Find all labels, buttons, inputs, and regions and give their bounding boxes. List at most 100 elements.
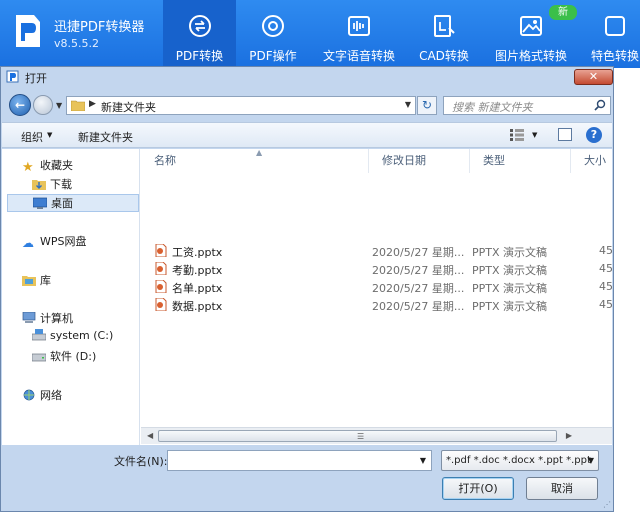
file-name: 工资.pptx [172,246,223,259]
tool-label: 图片格式转换 [494,49,567,63]
pptx-file-icon [155,244,167,257]
chevron-down-icon[interactable]: ▼ [420,456,426,465]
nav-network[interactable]: 网络 [22,387,62,405]
cancel-button[interactable]: 取消 [526,477,598,500]
computer-icon [22,312,36,323]
tool-label: 特色转换 [590,49,639,63]
convert-icon [188,15,211,37]
gear-icon [262,15,284,37]
file-type: PPTX 演示文稿 [472,300,548,313]
downloads-folder-icon [32,180,46,190]
new-badge: 新 [549,5,577,20]
file-list: 名称 ▲ 修改日期 类型 大小 工资.pptx 2020/5/27 星期... … [141,148,613,445]
forward-button[interactable] [33,95,53,115]
nav-label: system (C:) [50,329,114,342]
nav-library[interactable]: 库 [22,272,51,290]
nav-downloads[interactable]: 下载 [32,176,72,194]
tool-special-convert[interactable]: 特色转换 [586,0,640,68]
app-logo-icon [16,15,40,47]
nav-favorites[interactable]: ★ 收藏夹 [22,157,73,175]
back-button[interactable]: ← [9,94,31,116]
arrow-left-icon: ← [14,98,26,112]
column-type[interactable]: 类型 [470,149,571,173]
pptx-file-icon [155,298,167,311]
file-type: PPTX 演示文稿 [472,264,548,277]
table-row[interactable]: 名单.pptx 2020/5/27 星期... PPTX 演示文稿 45 [141,278,613,296]
file-name: 考勤.pptx [172,264,223,277]
app-name: 迅捷PDF转换器 [54,20,145,35]
nav-wps-cloud[interactable]: ☁ WPS网盘 [22,233,87,251]
resize-grip-icon[interactable]: ⋰ [603,500,611,509]
dialog-title-bar[interactable]: 打开 ✕ [1,67,613,87]
tool-pdf-convert[interactable]: PDF转换 [163,0,236,68]
filename-input[interactable]: ▼ [167,450,432,471]
search-box[interactable]: 搜索 新建文件夹 [443,96,611,115]
column-size[interactable]: 大小 [571,149,612,173]
scroll-left-icon[interactable]: ◀ [147,431,153,440]
file-size: 45 [599,262,613,275]
address-bar[interactable]: ▶ 新建文件夹 ▼ [66,96,416,115]
new-folder-button[interactable]: 新建文件夹 [78,129,133,145]
column-label: 大小 [584,154,606,167]
cloud-icon: ☁ [22,236,34,250]
column-name[interactable]: 名称 ▲ [141,148,369,173]
open-file-dialog: 打开 ✕ ← ▼ ▶ 新建文件夹 ▼ ↻ 搜索 新建文件夹 组织 ▼ 新建文件夹… [0,66,614,512]
tool-label: CAD转换 [419,49,469,63]
help-icon[interactable]: ? [586,127,602,143]
table-row[interactable]: 数据.pptx 2020/5/27 星期... PPTX 演示文稿 45 [141,296,613,314]
file-date: 2020/5/27 星期... [372,264,465,277]
app-version: v8.5.5.2 [54,37,99,50]
file-date: 2020/5/27 星期... [372,246,465,259]
tool-label: PDF操作 [249,49,297,63]
organize-button[interactable]: 组织 [21,129,43,145]
folder-icon [71,100,85,111]
view-options-icon[interactable] [510,129,524,141]
column-label: 类型 [483,154,505,167]
view-dropdown-icon[interactable]: ▼ [532,131,537,139]
table-row[interactable]: 考勤.pptx 2020/5/27 星期... PPTX 演示文稿 45 [141,260,613,278]
command-bar: 组织 ▼ 新建文件夹 ▼ ? [2,122,612,148]
nav-computer[interactable]: 计算机 [22,310,73,328]
horizontal-scrollbar[interactable]: ◀ ☰ ▶ [141,427,612,444]
close-button[interactable]: ✕ [574,69,613,85]
column-label: 名称 [154,154,176,167]
sort-ascending-icon: ▲ [256,148,263,157]
refresh-button[interactable]: ↻ [417,96,437,115]
pptx-file-icon [155,262,167,275]
chevron-down-icon[interactable]: ▼ [47,131,52,139]
file-type: PPTX 演示文稿 [472,246,548,259]
nav-drive-c[interactable]: system (C:) [32,329,113,347]
preview-pane-icon[interactable] [558,128,572,141]
app-toolbar: 迅捷PDF转换器 v8.5.5.2 PDF转换 PDF操作 文字语音转换 CAD… [0,0,640,68]
nav-label: 计算机 [40,312,73,325]
refresh-icon: ↻ [421,98,433,112]
scroll-right-icon[interactable]: ▶ [566,431,572,440]
file-name: 数据.pptx [172,300,223,313]
library-icon [22,276,36,286]
column-date[interactable]: 修改日期 [369,149,470,173]
star-icon: ★ [22,160,34,175]
network-icon [23,389,35,401]
filetype-select[interactable]: *.pdf *.doc *.docx *.ppt *.ppt ▼ [441,450,599,471]
search-input[interactable]: 搜索 新建文件夹 [452,99,533,115]
tool-label: 文字语音转换 [322,49,395,63]
open-button[interactable]: 打开(O) [442,477,514,500]
tool-pdf-operate[interactable]: PDF操作 [240,0,306,68]
cad-icon [434,15,455,37]
nav-desktop[interactable]: 桌面 [7,194,139,212]
file-date: 2020/5/27 星期... [372,300,465,313]
voice-wave-icon [348,16,370,36]
table-row[interactable]: 工资.pptx 2020/5/27 星期... PPTX 演示文稿 45 [141,242,613,260]
nav-label: 桌面 [51,197,73,210]
history-dropdown-icon[interactable]: ▼ [56,101,62,110]
chevron-down-icon: ▼ [587,456,594,465]
drive-icon [32,353,46,362]
tool-cad-convert[interactable]: CAD转换 [413,0,475,68]
breadcrumb-chevron-icon[interactable]: ▶ [89,99,96,109]
tool-text-voice[interactable]: 文字语音转换 [318,0,400,68]
filetype-value: *.pdf *.doc *.docx *.ppt *.ppt [446,455,591,466]
scrollbar-thumb[interactable]: ☰ [158,430,557,442]
address-dropdown-icon[interactable]: ▼ [405,100,411,109]
nav-drive-d[interactable]: 软件 (D:) [32,348,96,366]
breadcrumb-current[interactable]: 新建文件夹 [101,99,156,115]
